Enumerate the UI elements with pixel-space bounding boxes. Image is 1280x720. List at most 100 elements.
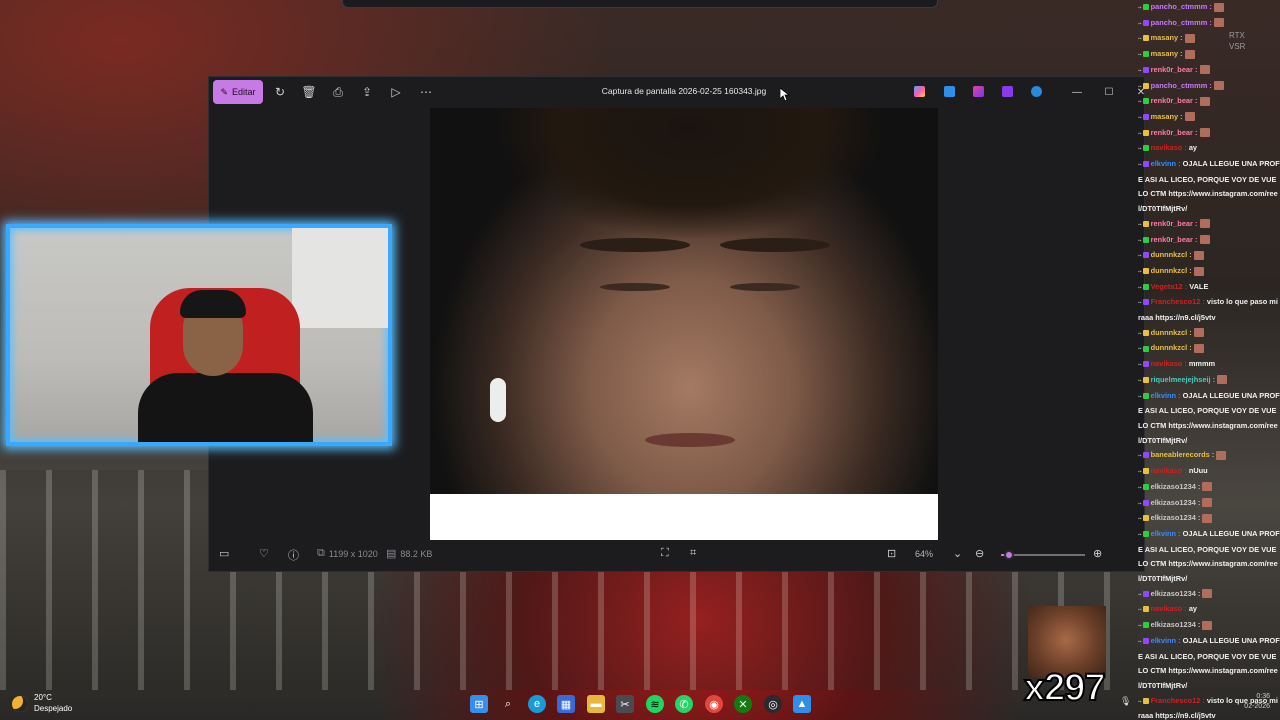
copilot-icon[interactable] [914, 86, 925, 97]
chat-username[interactable]: renk0r_bear : [1149, 235, 1200, 244]
chat-emote-icon [1213, 81, 1224, 91]
clock[interactable]: 0:36 02-2026 [1224, 692, 1270, 712]
obs-icon[interactable]: ◎ [764, 695, 782, 713]
maximize-icon[interactable]: ☐ [1101, 83, 1117, 101]
crop-icon[interactable]: ⛶ [661, 547, 669, 560]
chat-timestamp: ▪▪ [1138, 221, 1142, 228]
chat-message: ▪▪ renk0r_bear : [1136, 126, 1280, 142]
video-editor-icon[interactable] [1002, 86, 1013, 97]
print-icon[interactable]: ⎙ [329, 83, 347, 101]
chat-username[interactable]: navikaso : [1149, 143, 1189, 152]
chat-username[interactable]: masany : [1149, 112, 1185, 121]
chat-username[interactable]: elkizaso1234 : [1149, 498, 1203, 507]
chat-message: ▪▪ elkizaso1234 : [1136, 511, 1280, 527]
photos-icon[interactable]: ▲ [793, 695, 811, 713]
chat-username[interactable]: pancho_ctmmm : [1149, 81, 1214, 90]
edit-button[interactable]: ✎ Editar [213, 80, 263, 104]
start-icon[interactable]: ⊞ [470, 695, 488, 713]
zoom-slider[interactable] [1001, 550, 1085, 560]
chat-username[interactable]: dunnnkzcl : [1149, 266, 1194, 275]
chat-timestamp: ▪▪ [1138, 346, 1142, 353]
chat-username[interactable]: navikaso : [1149, 359, 1189, 368]
file-explorer-icon[interactable]: ▬ [587, 695, 605, 713]
chat-emote-icon [1184, 33, 1195, 43]
edge-icon[interactable]: e [528, 695, 546, 713]
chat-text: mmmm [1188, 359, 1216, 369]
chat-username[interactable]: riquelmeejejhseij : [1149, 375, 1218, 384]
designer-icon[interactable] [944, 86, 955, 97]
chat-username[interactable]: pancho_ctmmm : [1149, 18, 1214, 27]
slideshow-icon[interactable]: ▷ [387, 83, 405, 101]
chat-timestamp: ▪▪ [1138, 114, 1142, 121]
chat-username[interactable]: elkvinn : [1149, 391, 1183, 400]
photo-brow-left [580, 238, 690, 252]
chat-username[interactable]: elkizaso1234 : [1149, 482, 1203, 491]
visual-search-icon[interactable]: ⌗ [690, 547, 696, 560]
chat-username[interactable]: renk0r_bear : [1149, 128, 1200, 137]
chat-username[interactable]: pancho_ctmmm : [1149, 2, 1214, 11]
chat-message: ▪▪ navikaso : mmmm [1136, 357, 1280, 373]
fit-screen-icon[interactable]: ⊡ [887, 547, 896, 560]
store-icon[interactable]: ▦ [557, 695, 575, 713]
chat-message: ▪▪ elkvinn : OJALA LLEGUE UNA PROFE ASI … [1136, 157, 1280, 217]
chat-username[interactable]: elkvinn : [1149, 159, 1183, 168]
chat-username[interactable]: navikaso : [1149, 466, 1189, 475]
chat-username[interactable]: elkizaso1234 : [1149, 620, 1203, 629]
onedrive-icon[interactable] [1031, 86, 1042, 97]
chat-username[interactable]: renk0r_bear : [1149, 96, 1200, 105]
chrome-icon[interactable]: ◉ [705, 695, 723, 713]
info-icon[interactable]: ⓘ [288, 547, 299, 563]
chat-username[interactable]: renk0r_bear : [1149, 219, 1200, 228]
chat-panel[interactable]: ▪▪ pancho_ctmmm : ▪▪ pancho_ctmmm : ▪▪ m… [1136, 0, 1280, 720]
photo-hair [500, 108, 880, 238]
search-icon[interactable]: ⌕ [499, 695, 517, 713]
chat-username[interactable]: elkizaso1234 : [1149, 513, 1203, 522]
zoom-dropdown[interactable]: 64% ⌄ [915, 547, 962, 560]
title-bar[interactable]: ✎ Editar ↻ 🗑 ⎙ ⇪ ▷ ⋯ Captura de pantalla… [209, 77, 1145, 107]
chat-timestamp: ▪▪ [1138, 67, 1142, 74]
xbox-icon[interactable]: ✕ [734, 695, 752, 713]
rotate-icon[interactable]: ↻ [271, 83, 289, 101]
chat-emote-icon [1184, 49, 1195, 59]
image-viewer[interactable] [430, 108, 938, 540]
chat-username[interactable]: renk0r_bear : [1149, 65, 1200, 74]
minimize-icon[interactable]: — [1069, 83, 1085, 101]
chat-username[interactable]: dunnnkzcl : [1149, 343, 1194, 352]
zoom-slider-thumb[interactable] [1004, 550, 1015, 560]
spotify-icon[interactable]: ≋ [646, 695, 664, 713]
chat-timestamp: ▪▪ [1138, 362, 1142, 369]
chat-username[interactable]: masany : [1149, 49, 1185, 58]
chat-username[interactable]: masany : [1149, 33, 1185, 42]
chat-message: ▪▪ elkizaso1234 : [1136, 618, 1280, 634]
top-window-edge [342, 0, 938, 8]
chat-username[interactable]: elkvinn : [1149, 636, 1183, 645]
webcam-door [292, 228, 388, 328]
microphone-icon[interactable]: 🎙 [1120, 696, 1131, 707]
filmstrip-icon[interactable]: ▭ [219, 547, 229, 560]
chat-timestamp: ▪▪ [1138, 623, 1142, 630]
chat-message: ▪▪ dunnnkzcl : [1136, 248, 1280, 264]
weather-widget[interactable]: 20°C Despejado [12, 692, 72, 714]
chat-username[interactable]: dunnnkzcl : [1149, 250, 1194, 259]
chat-username[interactable]: baneablerecords : [1149, 450, 1217, 459]
chat-username[interactable]: dunnnkzcl : [1149, 328, 1194, 337]
chat-timestamp: ▪▪ [1138, 146, 1142, 153]
share-icon[interactable]: ⇪ [358, 83, 376, 101]
zoom-in-icon[interactable]: ⊕ [1093, 547, 1102, 560]
chat-emote-icon [1202, 620, 1213, 630]
favorite-icon[interactable]: ♡ [259, 547, 269, 560]
delete-icon[interactable]: 🗑 [300, 83, 318, 101]
clipchamp-icon[interactable] [973, 86, 984, 97]
chat-username[interactable]: navikaso : [1149, 604, 1189, 613]
more-options-icon[interactable]: ⋯ [417, 83, 435, 101]
chat-username[interactable]: elkizaso1234 : [1149, 589, 1203, 598]
chat-username[interactable]: Franchesco12 : [1149, 297, 1207, 306]
chat-username[interactable]: Vegeta12 : [1149, 282, 1190, 291]
chat-username[interactable]: elkvinn : [1149, 529, 1183, 538]
temperature: 20°C [34, 693, 52, 702]
zoom-out-icon[interactable]: ⊖ [975, 547, 984, 560]
whatsapp-icon[interactable]: ✆ [675, 695, 693, 713]
rtx-vsr-label: RTX VSR [1229, 31, 1246, 51]
image-size-icon: ⧉ [317, 547, 325, 559]
snipping-tool-icon[interactable]: ✂ [616, 695, 634, 713]
